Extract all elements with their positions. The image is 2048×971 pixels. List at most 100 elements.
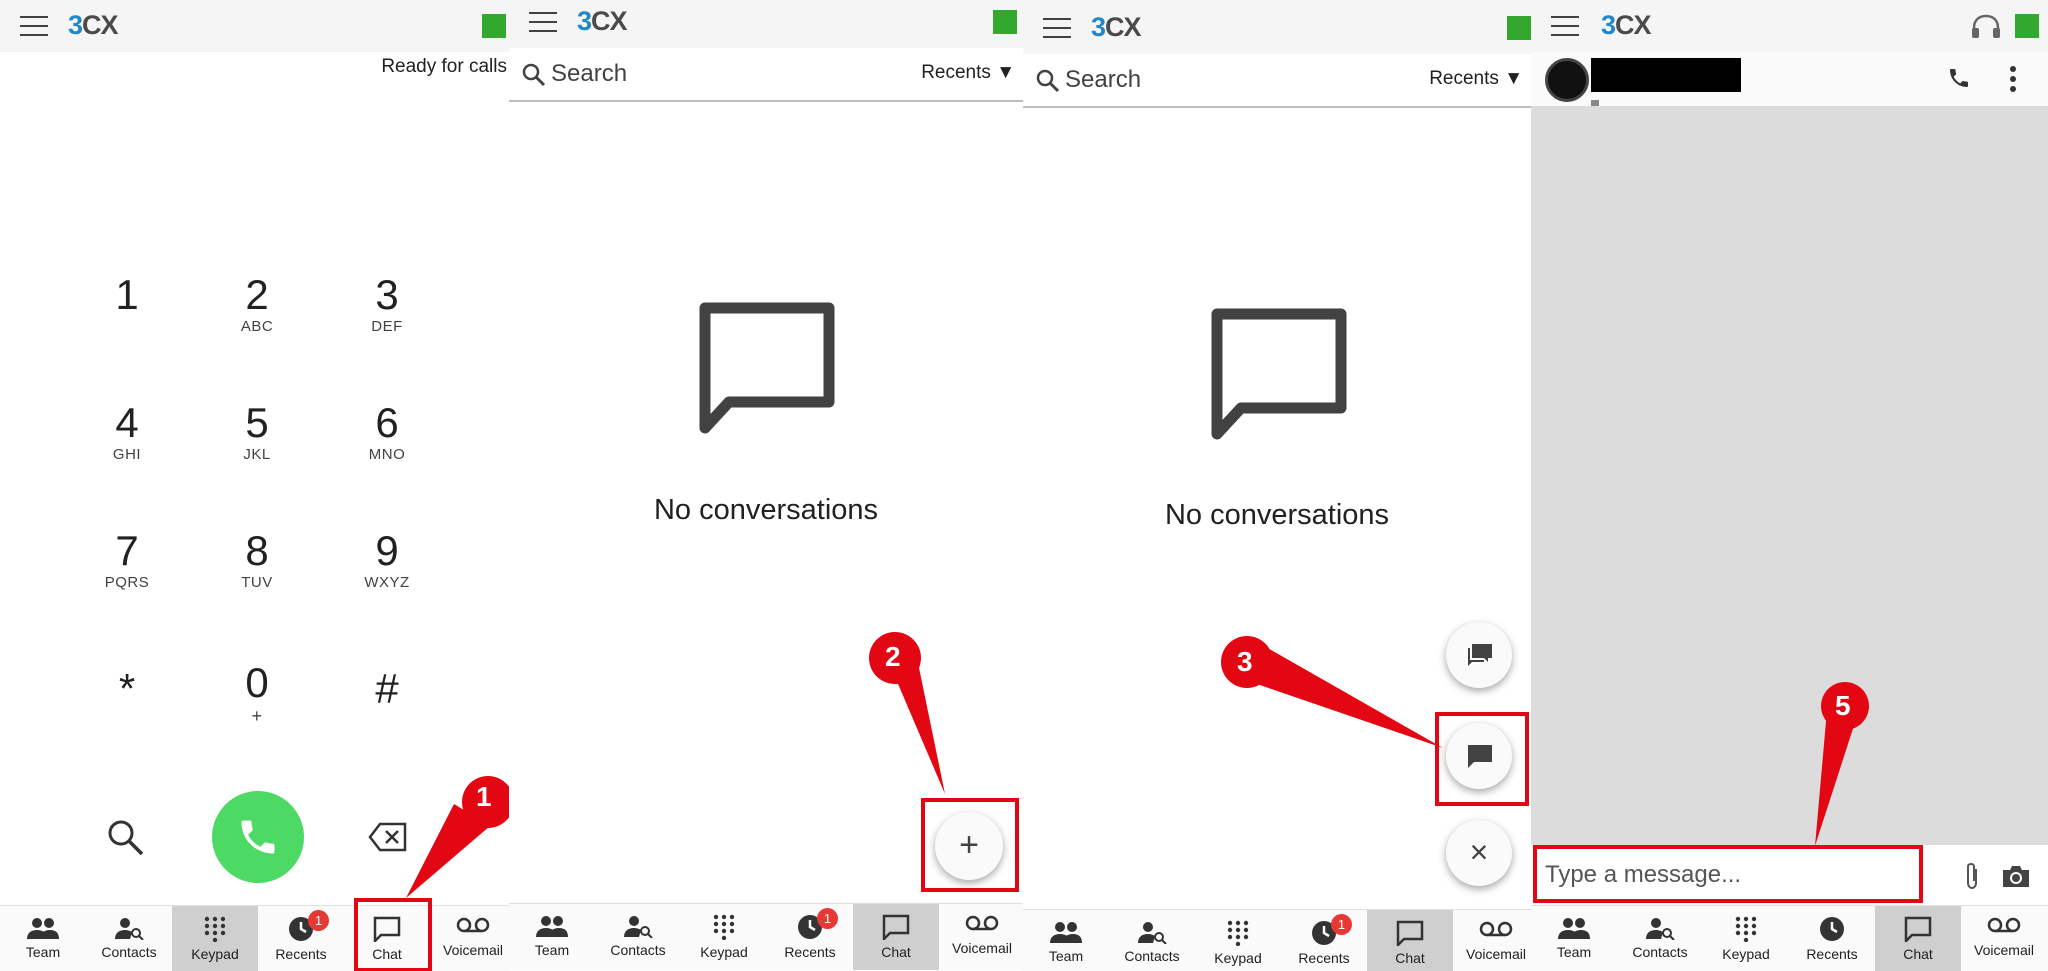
- status-text: Ready for calls: [381, 56, 507, 77]
- step-1-label: 1: [476, 781, 492, 812]
- app-logo: 3CX: [1091, 12, 1142, 42]
- more-options-icon[interactable]: [2009, 66, 2017, 92]
- contact-name-redacted: [1591, 58, 1741, 92]
- nav-voicemail-label: Voicemail: [1974, 942, 2034, 958]
- search-bar[interactable]: Search Recents ▼: [1023, 54, 1531, 108]
- recents-filter-dropdown[interactable]: Recents ▼: [921, 62, 1015, 84]
- conversation-header: [1531, 52, 2048, 108]
- headset-icon[interactable]: [1971, 14, 2001, 40]
- nav-recents-label: Recents: [275, 946, 327, 962]
- clock-icon: [1820, 917, 1844, 941]
- avatar[interactable]: [1545, 58, 1589, 102]
- team-icon: [1050, 922, 1082, 943]
- key-3[interactable]: 3 DEF: [322, 272, 452, 372]
- nav-voicemail[interactable]: Voicemail: [430, 906, 509, 971]
- contacts-search-icon: [624, 916, 653, 938]
- recents-filter-label: Recents: [1429, 68, 1499, 89]
- nav-chat[interactable]: Chat: [853, 904, 939, 970]
- menu-icon[interactable]: [1551, 16, 1579, 36]
- nav-keypad[interactable]: Keypad: [172, 906, 258, 971]
- close-fab-menu-button[interactable]: ×: [1446, 820, 1512, 886]
- phone-icon: [241, 820, 275, 854]
- nav-recents-label: Recents: [1298, 950, 1350, 966]
- nav-team-label: Team: [534, 942, 570, 958]
- key-4[interactable]: 4 GHI: [62, 400, 192, 500]
- key-6[interactable]: 6 MNO: [322, 400, 452, 500]
- menu-icon[interactable]: [20, 16, 48, 36]
- nav-recents[interactable]: 1 Recents: [767, 904, 853, 970]
- nav-team[interactable]: Team: [1531, 906, 1617, 971]
- key-0[interactable]: 0 +: [192, 660, 322, 760]
- key-2[interactable]: 2 ABC: [192, 272, 322, 372]
- key-star[interactable]: *: [62, 666, 192, 766]
- nav-recents[interactable]: Recents: [1789, 906, 1875, 971]
- nav-voicemail[interactable]: Voicemail: [939, 904, 1023, 970]
- attachment-icon[interactable]: [1963, 861, 1981, 891]
- nav-team-label: Team: [1556, 944, 1592, 960]
- nav-recents[interactable]: 1 Recents: [1281, 910, 1367, 971]
- nav-contacts-label: Contacts: [101, 944, 157, 960]
- key-8[interactable]: 8 TUV: [192, 528, 322, 628]
- step-3-label: 3: [1237, 646, 1253, 677]
- app-logo: 3CX: [1601, 10, 1652, 40]
- chat-icon: [1904, 916, 1932, 942]
- chat-icon: [1396, 920, 1424, 946]
- nav-keypad-label: Keypad: [1214, 950, 1262, 966]
- voicemail-icon: [965, 915, 999, 931]
- keypad-icon: [713, 914, 735, 940]
- menu-icon[interactable]: [529, 12, 557, 32]
- nav-keypad[interactable]: Keypad: [1195, 910, 1281, 971]
- highlight-box-new-chat: [921, 798, 1019, 892]
- recents-filter-dropdown[interactable]: Recents ▼: [1429, 68, 1523, 90]
- call-button[interactable]: [212, 791, 304, 883]
- nav-recents-label: Recents: [784, 944, 836, 960]
- search-icon[interactable]: [106, 818, 146, 858]
- key-hash[interactable]: #: [322, 666, 452, 766]
- menu-icon[interactable]: [1043, 18, 1071, 38]
- voicemail-icon: [1479, 921, 1513, 937]
- presence-status-indicator[interactable]: [1507, 16, 1531, 40]
- nav-team[interactable]: Team: [509, 904, 595, 970]
- nav-voicemail[interactable]: Voicemail: [1453, 910, 1531, 971]
- step-callout-arrow: [869, 632, 945, 794]
- keypad-icon: [1735, 916, 1757, 942]
- presence-status-indicator[interactable]: [482, 14, 506, 38]
- highlight-box-message-input: [1533, 845, 1923, 903]
- key-9[interactable]: 9 WXYZ: [322, 528, 452, 628]
- nav-contacts[interactable]: Contacts: [1617, 906, 1703, 971]
- team-icon: [536, 916, 568, 937]
- nav-contacts[interactable]: Contacts: [86, 906, 172, 971]
- contacts-search-icon: [1646, 918, 1675, 940]
- new-group-chat-button[interactable]: [1446, 622, 1512, 688]
- highlight-box-new-chat: [1435, 712, 1529, 806]
- key-5[interactable]: 5 JKL: [192, 400, 322, 500]
- nav-keypad[interactable]: Keypad: [1703, 906, 1789, 971]
- highlight-box-chat: [354, 898, 432, 971]
- nav-team[interactable]: Team: [1023, 910, 1109, 971]
- nav-contacts[interactable]: Contacts: [595, 904, 681, 970]
- nav-voicemail-label: Voicemail: [1466, 946, 1526, 962]
- nav-chat[interactable]: Chat: [1367, 910, 1453, 971]
- search-bar[interactable]: Search Recents ▼: [509, 48, 1023, 102]
- nav-team-label: Team: [1048, 948, 1084, 964]
- key-7[interactable]: 7 PQRS: [62, 528, 192, 628]
- nav-chat[interactable]: Chat: [1875, 906, 1961, 971]
- app-header: 3CX: [509, 0, 1023, 48]
- team-icon: [1558, 918, 1590, 939]
- voicemail-icon: [456, 917, 490, 933]
- nav-team[interactable]: Team: [0, 906, 86, 971]
- key-1[interactable]: 1: [62, 272, 192, 372]
- search-input[interactable]: Search: [551, 60, 627, 88]
- step-5-label: 5: [1835, 690, 1851, 721]
- search-icon: [522, 63, 546, 87]
- nav-voicemail[interactable]: Voicemail: [1961, 906, 2047, 971]
- nav-keypad[interactable]: Keypad: [681, 904, 767, 970]
- search-input[interactable]: Search: [1065, 66, 1141, 94]
- camera-icon[interactable]: [2001, 863, 2031, 889]
- presence-status-indicator[interactable]: [2015, 14, 2039, 38]
- nav-recents[interactable]: 1 Recents: [258, 906, 344, 971]
- nav-team-label: Team: [25, 944, 61, 960]
- phone-icon[interactable]: [1947, 66, 1971, 90]
- nav-contacts[interactable]: Contacts: [1109, 910, 1195, 971]
- presence-status-indicator[interactable]: [993, 10, 1017, 34]
